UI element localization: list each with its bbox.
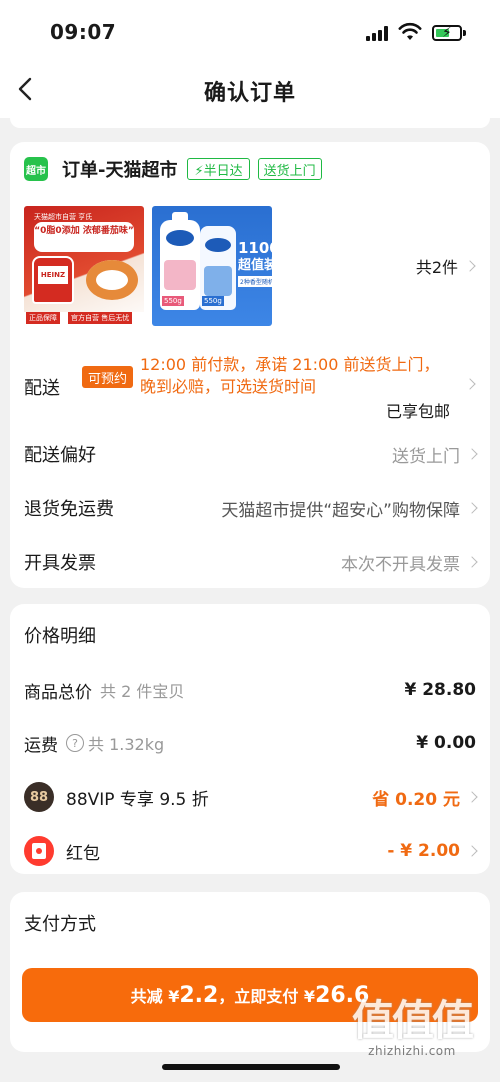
help-question-icon[interactable]: ? bbox=[66, 734, 84, 752]
product1-badge-official: 官方自营 售后无忧 bbox=[68, 312, 133, 324]
battery-cap bbox=[463, 30, 466, 36]
product2-size-left: 550g bbox=[162, 296, 184, 306]
payment-method-title: 支付方式 bbox=[24, 914, 96, 935]
chevron-right-icon bbox=[466, 791, 478, 803]
watermark-url: zhizhizhi.com bbox=[368, 1044, 456, 1058]
pasta-plate-icon bbox=[86, 260, 138, 300]
chevron-right-icon bbox=[464, 260, 476, 272]
vip-discount-amount: 省 0.20 元 bbox=[372, 785, 460, 810]
ketchup-bottle-icon: HEINZ bbox=[32, 256, 74, 304]
vip-discount-text: 省 0.20 元 bbox=[372, 789, 460, 810]
red-packet-amount: - ¥ 2.00 bbox=[387, 841, 460, 861]
chevron-right-icon bbox=[466, 448, 478, 460]
product1-badge-genuine: 正品保障 bbox=[26, 312, 60, 324]
shipping-fee-label: 运费 bbox=[24, 735, 58, 756]
goods-total-row: 商品总价 共 2 件宝贝 ¥ 28.80 bbox=[24, 675, 476, 705]
wifi-icon bbox=[398, 22, 422, 40]
price-detail-card: 价格明细 商品总价 共 2 件宝贝 ¥ 28.80 运费 ? 共 1.32kg … bbox=[10, 604, 490, 874]
goods-total-label: 商品总价 bbox=[24, 682, 92, 703]
item-count-link[interactable]: 共2件 bbox=[415, 254, 476, 278]
pay-now-text: ，立即支付 ¥ bbox=[218, 987, 316, 1006]
product-image-body-wash[interactable]: 1100g 超值装 2种香型随机 550g 550g bbox=[152, 206, 272, 326]
vip-discount-row[interactable]: 88 88VIP 专享 9.5 折 省 0.20 元 bbox=[24, 782, 478, 812]
invoice-value: 本次不开具发票 bbox=[341, 550, 478, 575]
invoice-text: 本次不开具发票 bbox=[341, 554, 460, 575]
product1-header-text: 天猫超市自营 亨氏 bbox=[34, 213, 93, 221]
half-day-delivery-tag: ⚡半日达 bbox=[187, 158, 250, 180]
product2-volume: 1100g bbox=[238, 239, 272, 257]
shipping-fee-row: 运费 ? 共 1.32kg ¥ 0.00 bbox=[24, 728, 476, 758]
watermark-logo: 值值值 bbox=[352, 996, 474, 1045]
88vip-icon: 88 bbox=[24, 782, 54, 812]
preorder-tag: 可预约 bbox=[82, 366, 134, 388]
free-return-row[interactable]: 退货免运费 天猫超市提供“超安心”购物保障 bbox=[24, 493, 478, 523]
cellular-signal-icon bbox=[366, 25, 390, 41]
delivery-description[interactable]: 12:00 前付款，承诺 21:00 前送货上门，晚到必赔，可选送货时间 bbox=[140, 354, 440, 398]
red-packet-label: 红包 bbox=[66, 843, 100, 864]
delivery-preference-row[interactable]: 配送偏好 送货上门 bbox=[24, 439, 478, 469]
page-title: 确认订单 bbox=[203, 81, 296, 106]
order-card: 超市 订单-天猫超市 ⚡半日达 送货上门 天猫超市自营 亨氏 “0脂0添加 浓郁… bbox=[10, 142, 490, 588]
delivery-preference-text: 送货上门 bbox=[392, 446, 460, 467]
goods-total-amount: ¥ 28.80 bbox=[404, 680, 476, 700]
shipping-weight: 共 1.32kg bbox=[88, 735, 165, 754]
chevron-right-icon bbox=[466, 502, 478, 514]
site-watermark: 值值值 zhizhizhi.com bbox=[352, 996, 474, 1059]
red-packet-icon bbox=[24, 836, 54, 866]
invoice-row[interactable]: 开具发票 本次不开具发票 bbox=[24, 547, 478, 577]
scrolled-card-edge bbox=[10, 118, 490, 128]
status-bar: 09:07 ⚡ bbox=[0, 0, 500, 62]
delivery-label: 配送 bbox=[24, 378, 60, 399]
chevron-right-icon bbox=[466, 556, 478, 568]
product1-slogan: “0脂0添加 浓郁番茄味” bbox=[34, 222, 134, 252]
door-delivery-tag: 送货上门 bbox=[257, 158, 322, 180]
invoice-label: 开具发票 bbox=[24, 553, 96, 574]
nav-bar: 确认订单 bbox=[0, 62, 500, 118]
home-indicator[interactable] bbox=[162, 1064, 340, 1070]
pay-discount-prefix: 共减 ¥ bbox=[130, 987, 180, 1006]
free-return-value: 天猫超市提供“超安心”购物保障 bbox=[221, 496, 478, 521]
shop-header: 超市 订单-天猫超市 ⚡半日达 送货上门 bbox=[24, 156, 322, 182]
free-return-text: 天猫超市提供“超安心”购物保障 bbox=[221, 500, 460, 521]
bottle-label: HEINZ bbox=[38, 266, 68, 284]
pay-discount-value: 2.2 bbox=[179, 982, 219, 1008]
tmall-supermarket-logo-icon: 超市 bbox=[24, 157, 48, 181]
product2-volume-sub: 超值装 bbox=[238, 258, 272, 273]
free-shipping-text: 已享包邮 bbox=[386, 402, 451, 421]
product2-size-right: 550g bbox=[202, 296, 224, 306]
goods-total-sub: 共 2 件宝贝 bbox=[100, 682, 185, 701]
vip-discount-label: 88VIP 专享 9.5 折 bbox=[66, 789, 209, 810]
red-packet-row[interactable]: 红包 - ¥ 2.00 bbox=[24, 836, 478, 866]
battery-icon: ⚡ bbox=[432, 25, 462, 41]
delivery-chevron-right-icon[interactable] bbox=[464, 378, 476, 390]
item-count: 共2件 bbox=[415, 258, 458, 277]
delivery-preference-label: 配送偏好 bbox=[24, 445, 96, 466]
shop-name: 订单-天猫超市 bbox=[62, 160, 178, 181]
delivery-preference-value: 送货上门 bbox=[392, 442, 478, 467]
product2-volume-note: 2种香型随机 bbox=[238, 276, 272, 287]
chevron-right-icon bbox=[466, 845, 478, 857]
status-time: 09:07 bbox=[50, 20, 117, 44]
shipping-fee-amount: ¥ 0.00 bbox=[416, 733, 476, 753]
free-return-label: 退货免运费 bbox=[24, 499, 114, 520]
price-detail-title: 价格明细 bbox=[24, 626, 96, 647]
product-image-heinz-ketchup[interactable]: 天猫超市自营 亨氏 “0脂0添加 浓郁番茄味” HEINZ 正品保障 官方自营 … bbox=[24, 206, 144, 326]
